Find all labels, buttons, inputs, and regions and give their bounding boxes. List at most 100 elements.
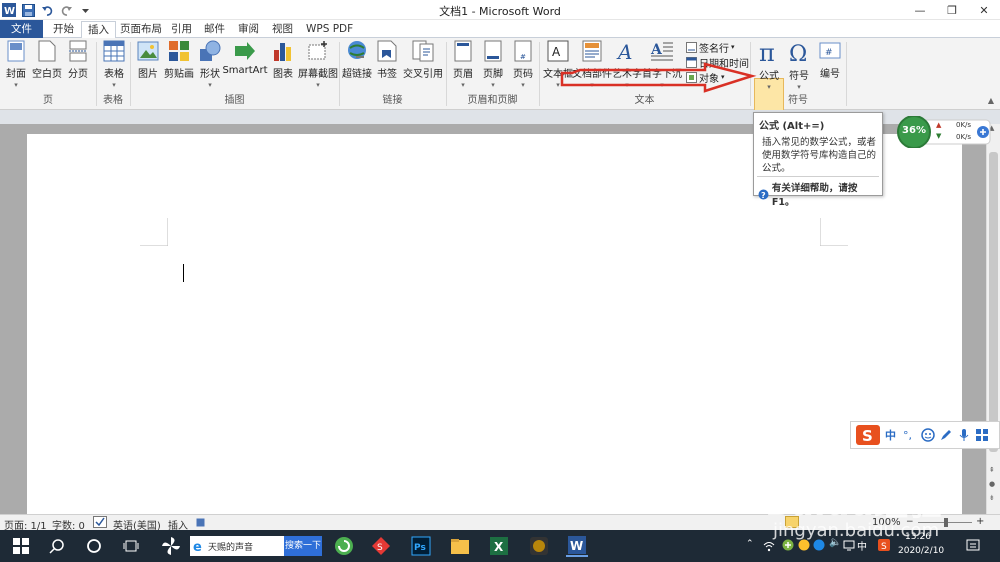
blank-page-button[interactable]: 空白页 xyxy=(32,40,62,92)
zoom-in-icon[interactable]: + xyxy=(976,516,984,527)
screenshot-button[interactable]: 屏幕截图 ▾ xyxy=(298,40,338,92)
taskbar-search-button[interactable]: 搜索一下 xyxy=(284,536,322,556)
file-explorer-icon[interactable] xyxy=(449,535,471,557)
print-layout-view-icon[interactable] xyxy=(785,516,799,528)
smartart-button[interactable]: SmartArt xyxy=(222,40,268,92)
page-break-button[interactable]: 分页 xyxy=(66,40,90,92)
tab-file[interactable]: 文件 xyxy=(0,20,43,38)
picture-button[interactable]: 图片 xyxy=(136,40,160,92)
network-icon[interactable] xyxy=(843,539,855,551)
sogou-logo-icon[interactable]: S xyxy=(855,424,881,446)
taskbar-search-text[interactable]: 天赐的声音 xyxy=(208,540,284,553)
sogou-tray-icon[interactable]: S xyxy=(878,539,890,551)
pen-icon[interactable] xyxy=(939,428,953,442)
page-number-button[interactable]: # 页码 ▾ xyxy=(511,40,535,92)
tray-app-icon[interactable] xyxy=(813,539,825,551)
object-button[interactable]: 对象 ▾ xyxy=(686,71,725,85)
word-taskbar-icon[interactable]: W xyxy=(566,535,588,557)
svg-text:#: # xyxy=(825,48,833,58)
zoom-slider-thumb[interactable] xyxy=(944,518,948,527)
zoom-level[interactable]: 100% xyxy=(872,517,901,528)
tab-insert[interactable]: 插入 xyxy=(81,21,116,39)
sogou-ime-toolbar: S 中 °, xyxy=(850,421,1000,449)
clock-date[interactable]: 2020/2/10 xyxy=(898,546,958,556)
punctuation-icon[interactable]: °, xyxy=(903,429,917,442)
tab-wps-pdf[interactable]: WPS PDF xyxy=(300,21,359,38)
page-up-icon[interactable]: ⇞ xyxy=(989,466,998,476)
wordart-button[interactable]: A 艺术字 ▾ xyxy=(612,40,642,92)
customize-qat-icon[interactable] xyxy=(78,3,92,17)
microphone-icon[interactable] xyxy=(957,428,971,442)
group-label-text: 文本 xyxy=(634,95,655,106)
360-browser-icon[interactable] xyxy=(333,535,355,557)
wifi-icon[interactable] xyxy=(763,540,775,552)
ime-mode[interactable]: 中 xyxy=(885,427,899,443)
task-view-icon[interactable] xyxy=(120,535,142,557)
notification-icon[interactable] xyxy=(966,539,980,553)
windows-start-icon[interactable] xyxy=(10,535,32,557)
clock-time[interactable]: 13:26 xyxy=(898,532,938,542)
tab-mailings[interactable]: 邮件 xyxy=(198,21,231,38)
text-box-button[interactable]: A 文本框 ▾ xyxy=(543,40,573,92)
proofing-icon[interactable] xyxy=(93,516,107,528)
speed-boost-icon[interactable] xyxy=(976,125,990,139)
tray-expand-icon[interactable]: ⌃ xyxy=(746,539,754,549)
table-button[interactable]: 表格 ▾ xyxy=(102,40,126,92)
cross-reference-button[interactable]: 交叉引用 xyxy=(403,40,443,92)
game-app-icon[interactable] xyxy=(528,535,550,557)
tray-shield-icon[interactable] xyxy=(798,539,810,551)
taskbar-search-box[interactable]: e 天赐的声音 搜索一下 xyxy=(190,536,322,556)
minimize-button[interactable]: — xyxy=(904,0,936,20)
page-down-icon[interactable]: ⇟ xyxy=(989,494,998,504)
cover-page-button[interactable]: 封面 ▾ xyxy=(4,40,28,92)
footer-button[interactable]: 页脚 ▾ xyxy=(481,40,505,92)
search-icon[interactable] xyxy=(46,535,68,557)
shapes-button[interactable]: 形状 ▾ xyxy=(198,40,222,92)
net-speed-widget[interactable]: 36% ▲ ▼ 0K/s 0K/s xyxy=(896,116,992,148)
undo-icon[interactable] xyxy=(40,3,54,17)
excel-icon[interactable]: X xyxy=(488,535,510,557)
tab-page-layout[interactable]: 页面布局 xyxy=(114,21,168,38)
chart-label: 图表 xyxy=(273,69,293,80)
emoji-icon[interactable] xyxy=(921,428,935,442)
scrollbar-thumb[interactable] xyxy=(989,152,998,452)
tab-references[interactable]: 引用 xyxy=(165,21,198,38)
symbol-button[interactable]: Ω 符号 ▾ xyxy=(786,40,812,92)
select-browse-icon[interactable]: ● xyxy=(989,480,998,490)
tray-green-plus-icon[interactable] xyxy=(782,539,794,551)
tab-view[interactable]: 视图 xyxy=(266,21,299,38)
collapse-ribbon-icon[interactable]: ▲ xyxy=(988,96,994,105)
window-controls: — ❐ ✕ xyxy=(904,0,1000,20)
volume-icon[interactable]: 🔈 xyxy=(829,537,841,548)
photoshop-icon[interactable]: Ps xyxy=(410,535,432,557)
header-button[interactable]: 页眉 ▾ xyxy=(451,40,475,92)
tooltip-divider xyxy=(757,176,879,177)
pinwheel-app-icon[interactable] xyxy=(160,535,182,557)
footer-icon xyxy=(484,40,502,62)
toolbox-grid-icon[interactable] xyxy=(975,428,989,442)
date-time-button[interactable]: 日期和时间 xyxy=(686,56,749,70)
clip-art-button[interactable]: 剪贴画 xyxy=(164,40,194,92)
macro-record-icon[interactable] xyxy=(196,518,205,527)
tab-review[interactable]: 审阅 xyxy=(232,21,265,38)
drop-cap-button[interactable]: A 首字下沉 ▾ xyxy=(642,40,682,92)
cortana-icon[interactable] xyxy=(83,535,105,557)
numbering-button[interactable]: # 编号 xyxy=(818,40,842,92)
chart-button[interactable]: 图表 xyxy=(271,40,295,92)
save-icon[interactable] xyxy=(21,3,35,17)
redo-icon[interactable] xyxy=(59,3,73,17)
quick-parts-button[interactable]: 文档部件 ▾ xyxy=(572,40,612,92)
close-button[interactable]: ✕ xyxy=(968,0,1000,20)
signature-line-button[interactable]: 签名行 ▾ xyxy=(686,41,735,55)
zoom-out-icon[interactable]: − xyxy=(906,517,914,527)
maximize-button[interactable]: ❐ xyxy=(936,0,968,20)
vertical-scrollbar[interactable]: ▲ ⇞ ● ⇟ xyxy=(986,124,1000,514)
bookmark-button[interactable]: 书签 xyxy=(375,40,399,92)
wps-icon[interactable]: S xyxy=(370,535,392,557)
equation-button[interactable]: π 公式 ▾ xyxy=(755,40,783,92)
group-label-links: 链接 xyxy=(382,95,403,106)
hyperlink-button[interactable]: 超链接 xyxy=(342,40,372,92)
tab-home[interactable]: 开始 xyxy=(47,21,80,38)
word-app-icon[interactable]: W xyxy=(2,3,16,17)
ime-indicator[interactable]: 中 xyxy=(857,538,867,553)
